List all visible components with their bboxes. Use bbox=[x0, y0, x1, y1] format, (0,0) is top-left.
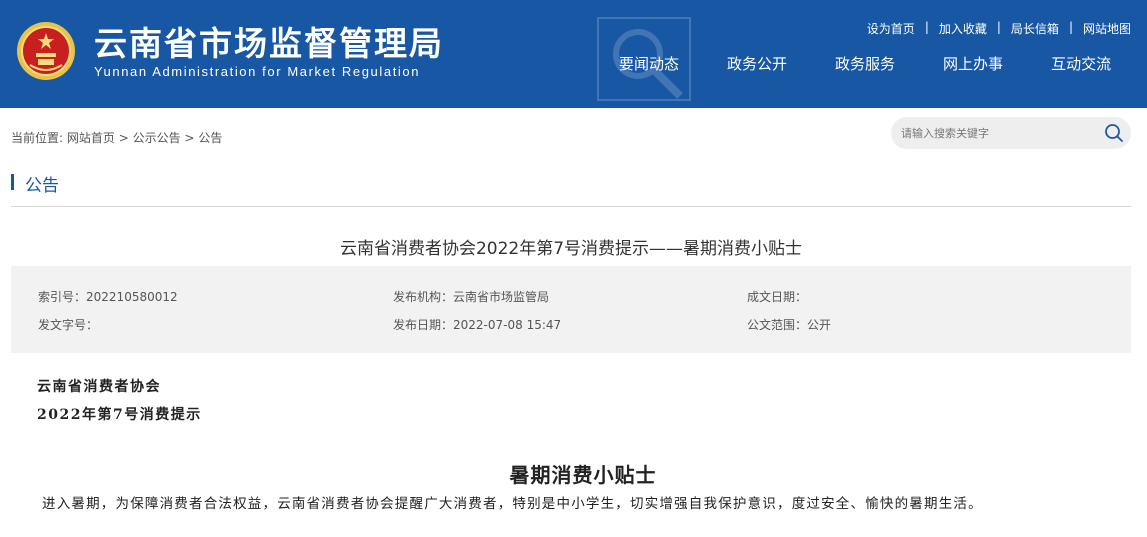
top-link-separator: | bbox=[1068, 20, 1073, 34]
meta-index-value: 202210580012 bbox=[86, 290, 178, 304]
top-link-separator: | bbox=[924, 20, 929, 34]
meta-doc-number: 发文字号： bbox=[38, 316, 98, 333]
top-links: 设为首页 | 加入收藏 | 局长信箱 | 网站地图 bbox=[867, 20, 1131, 37]
meta-date-made-label: 成文日期： bbox=[747, 290, 808, 304]
meta-scope-value: 公开 bbox=[807, 318, 832, 332]
meta-publisher-value: 云南省市场监管局 bbox=[453, 290, 550, 304]
search-icon[interactable] bbox=[1103, 122, 1125, 144]
meta-publish-date-label: 发布日期： bbox=[393, 318, 454, 332]
police-emblem-icon bbox=[17, 22, 75, 80]
breadcrumb-prefix: 当前位置: bbox=[11, 131, 64, 145]
meta-publish-date-value: 2022-07-08 15:47 bbox=[453, 318, 562, 332]
content-heading: 暑期消费小贴士 bbox=[509, 463, 657, 487]
nav-news[interactable]: 要闻动态 bbox=[619, 53, 679, 74]
set-homepage-link[interactable]: 设为首页 bbox=[867, 20, 915, 37]
breadcrumb: 当前位置: 网站首页 > 公示公告 > 公告 bbox=[11, 129, 222, 146]
nav-online-services[interactable]: 网上办事 bbox=[943, 53, 1003, 74]
meta-index-label: 索引号： bbox=[38, 290, 87, 304]
section-divider bbox=[11, 206, 1131, 207]
notice-number: 2022年第7号消费提示 bbox=[37, 407, 202, 423]
meta-publisher-label: 发布机构： bbox=[393, 290, 454, 304]
top-link-separator: | bbox=[996, 20, 1001, 34]
search-input[interactable] bbox=[901, 123, 1091, 143]
site-title: 云南省市场监督管理局 bbox=[94, 24, 444, 63]
meta-publisher: 发布机构：云南省市场监管局 bbox=[393, 288, 549, 305]
site-map-link[interactable]: 网站地图 bbox=[1083, 20, 1131, 37]
meta-index: 索引号：202210580012 bbox=[38, 288, 178, 305]
search-box bbox=[891, 117, 1131, 149]
site-header: 云南省市场监督管理局 Yunnan Administration for Mar… bbox=[0, 0, 1147, 108]
article-paragraph: 进入暑期，为保障消费者合法权益，云南省消费者协会提醒广大消费者，特别是中小学生，… bbox=[42, 496, 983, 512]
meta-publish-date: 发布日期：2022-07-08 15:47 bbox=[393, 316, 561, 333]
nav-interaction[interactable]: 互动交流 bbox=[1051, 53, 1111, 74]
add-favorites-link[interactable]: 加入收藏 bbox=[939, 20, 987, 37]
breadcrumb-announcements[interactable]: 公示公告 bbox=[133, 131, 181, 145]
breadcrumb-home[interactable]: 网站首页 bbox=[67, 131, 115, 145]
director-mailbox-link[interactable]: 局长信箱 bbox=[1011, 20, 1059, 37]
nav-government-affairs[interactable]: 政务公开 bbox=[727, 53, 787, 74]
section-title: 公告 bbox=[25, 176, 59, 196]
main-nav: 要闻动态 政务公开 政务服务 网上办事 互动交流 bbox=[619, 53, 1111, 74]
nav-government-services[interactable]: 政务服务 bbox=[835, 53, 895, 74]
issuing-organization: 云南省消费者协会 bbox=[37, 379, 161, 395]
breadcrumb-current[interactable]: 公告 bbox=[198, 131, 222, 145]
meta-scope-label: 公文范围： bbox=[747, 318, 808, 332]
article-title: 云南省消费者协会2022年第7号消费提示——暑期消费小贴士 bbox=[339, 239, 803, 259]
article-meta-panel: 索引号：202210580012 发布机构：云南省市场监管局 成文日期： 发文字… bbox=[11, 266, 1131, 353]
meta-scope: 公文范围：公开 bbox=[747, 316, 831, 333]
meta-date-made: 成文日期： bbox=[747, 288, 807, 305]
breadcrumb-separator: > bbox=[118, 131, 129, 145]
site-subtitle: Yunnan Administration for Market Regulat… bbox=[94, 64, 421, 79]
section-marker bbox=[11, 174, 14, 190]
breadcrumb-separator: > bbox=[184, 131, 195, 145]
meta-doc-number-label: 发文字号： bbox=[38, 318, 99, 332]
